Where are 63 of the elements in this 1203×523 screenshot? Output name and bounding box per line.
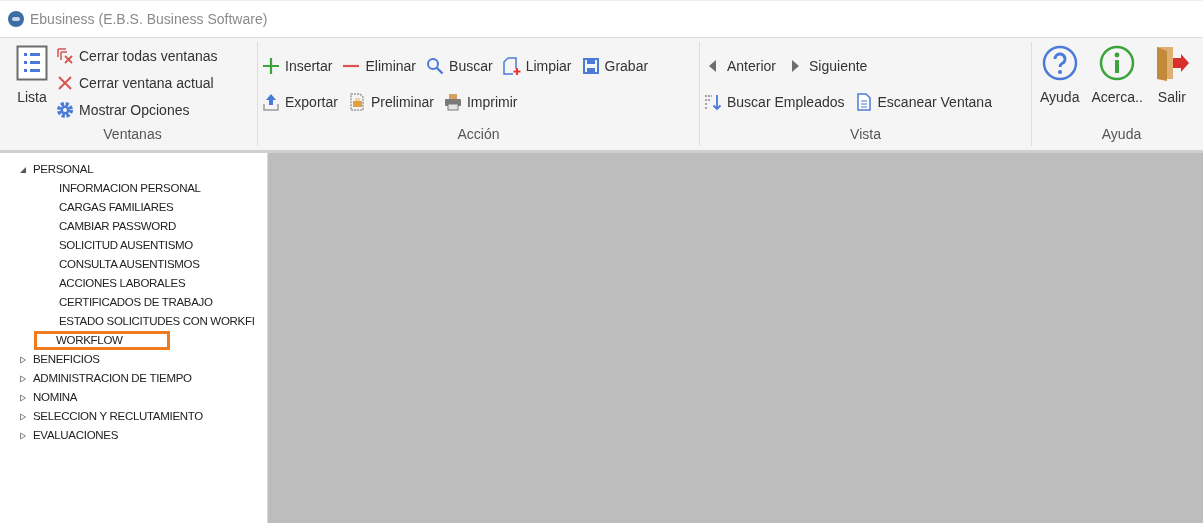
list-icon [16, 45, 48, 81]
print-preview-icon [347, 93, 366, 111]
ribbon-button[interactable]: Siguiente [786, 54, 868, 78]
exit-door-icon [1154, 45, 1189, 81]
printer-icon [443, 93, 462, 111]
group-label: Acción [457, 124, 500, 144]
tree-item[interactable]: ACCIONES LABORALES [37, 274, 186, 293]
tree-item[interactable]: CONSULTA AUSENTISMOS [37, 255, 200, 274]
close-icon [56, 74, 74, 92]
tree-item[interactable]: SELECCION Y RECLUTAMIENTO [33, 407, 203, 426]
ribbon-button[interactable]: Eliminar [342, 54, 417, 78]
ribbon-button[interactable]: Preliminar [347, 90, 434, 114]
collapsed-arrow-icon[interactable] [19, 355, 27, 364]
new-document-icon [502, 57, 521, 75]
ribbon-button[interactable]: Limpiar [502, 54, 572, 78]
ribbon-button[interactable]: Cerrar ventana actual [56, 71, 214, 95]
ribbon-button[interactable]: Salir [1150, 42, 1193, 108]
minus-icon [342, 64, 361, 68]
tree-item[interactable]: CAMBIAR PASSWORD [37, 217, 177, 236]
info-icon [1099, 45, 1136, 81]
ribbon-button[interactable]: Acerca.. [1087, 42, 1147, 108]
tree-item[interactable]: ESTADO SOLICITUDES CON WORKFI [37, 312, 255, 331]
tree-item[interactable]: NOMINA [33, 388, 78, 407]
expanded-arrow-icon[interactable] [19, 165, 27, 174]
group-label: Ventanas [103, 124, 162, 144]
collapsed-arrow-icon[interactable] [19, 412, 27, 421]
save-icon [581, 57, 600, 75]
tree-item[interactable]: PERSONAL [33, 160, 94, 179]
ribbon-button[interactable]: Mostrar Opciones [56, 98, 190, 122]
group-label: Ayuda [1101, 124, 1142, 144]
help-icon [1041, 45, 1078, 81]
search-icon [426, 57, 445, 75]
tree-item[interactable]: ADMINISTRACION DE TIEMPO [33, 369, 192, 388]
ribbon-button[interactable]: Anterior [704, 54, 777, 78]
upload-icon [262, 93, 280, 111]
window-title: Ebusiness (E.B.S. Business Software) [30, 9, 268, 29]
ribbon-button[interactable]: Exportar [262, 90, 338, 114]
ribbon-button[interactable]: Escanear Ventana [854, 90, 992, 114]
ribbon-button[interactable]: Ayuda [1036, 42, 1084, 108]
app-icon [8, 11, 24, 27]
ribbon-button[interactable]: Buscar Empleados [704, 90, 845, 114]
ribbon-button[interactable]: Lista [12, 42, 52, 108]
tree-item[interactable]: WORKFLOW [34, 331, 170, 350]
tree-item[interactable]: SOLICITUD AUSENTISMO [37, 236, 193, 255]
close-all-icon [56, 47, 74, 65]
tree-item[interactable]: INFORMACION PERSONAL [37, 179, 201, 198]
ribbon-button[interactable]: Buscar [426, 54, 493, 78]
tree-item[interactable]: BENEFICIOS [33, 350, 100, 369]
collapsed-arrow-icon[interactable] [19, 393, 27, 402]
tree-item[interactable]: EVALUACIONES [33, 426, 119, 445]
ribbon-button[interactable]: Cerrar todas ventanas [56, 44, 218, 68]
ribbon-button[interactable]: Imprimir [443, 90, 518, 114]
document-icon [854, 93, 873, 111]
plus-icon [262, 57, 280, 75]
group-label: Vista [850, 124, 881, 144]
ribbon-button[interactable]: Grabar [581, 54, 649, 78]
tree-item[interactable]: CERTIFICADOS DE TRABAJO [37, 293, 213, 312]
tree-item[interactable]: CARGAS FAMILIARES [37, 198, 174, 217]
settings-icon [56, 101, 74, 119]
ribbon-button[interactable]: Insertar [262, 54, 333, 78]
collapsed-arrow-icon[interactable] [19, 431, 27, 440]
collapsed-arrow-icon[interactable] [19, 374, 27, 383]
sort-icon [704, 93, 722, 111]
